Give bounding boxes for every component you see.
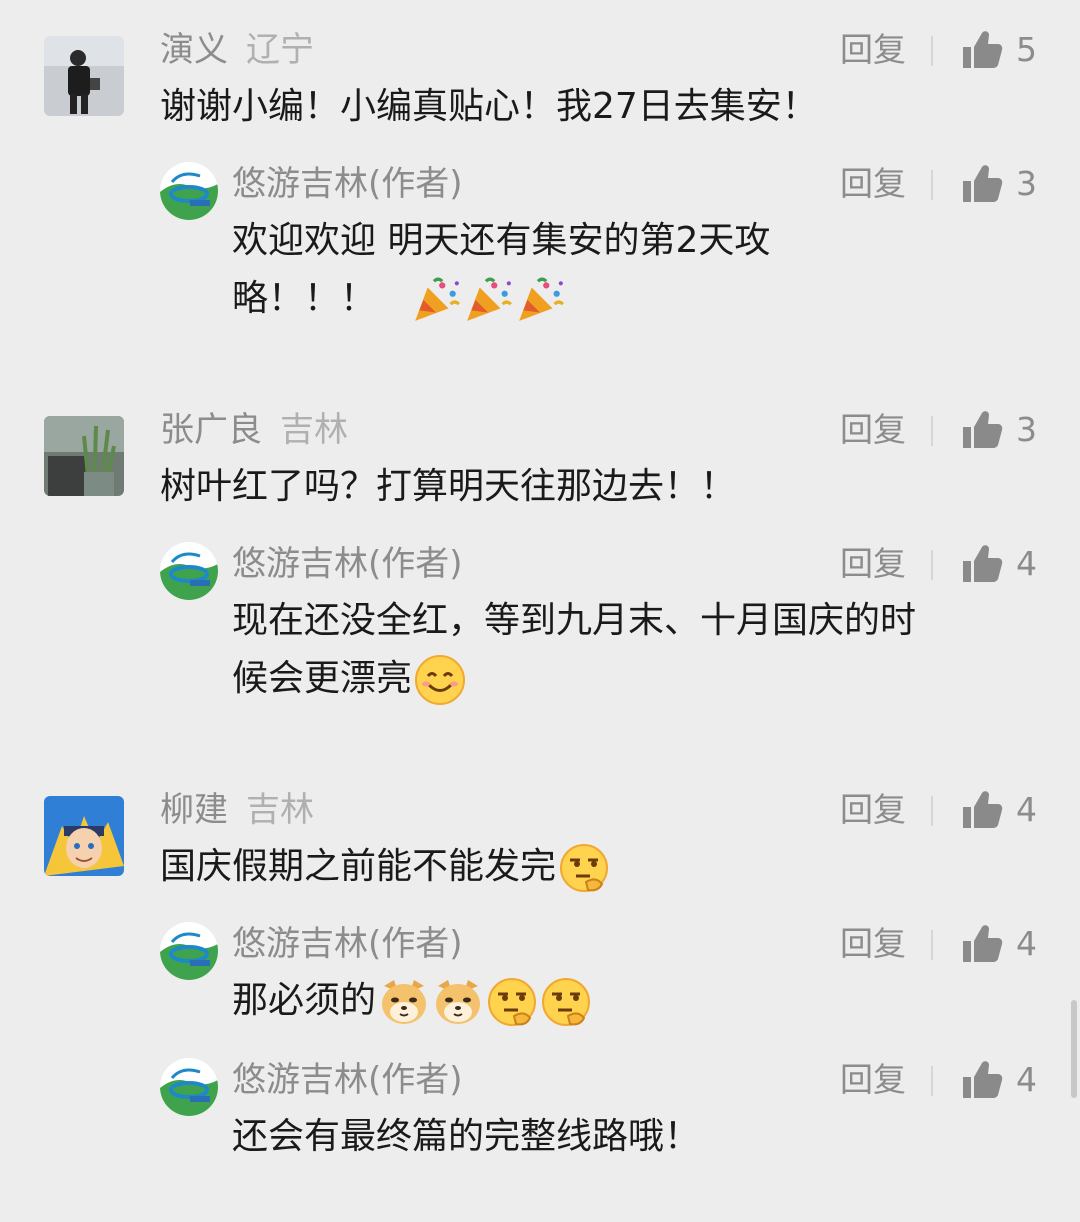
- divider: [931, 550, 933, 580]
- reply-button[interactable]: 回复: [840, 30, 906, 70]
- author-avatar[interactable]: [160, 922, 218, 980]
- divider: [931, 170, 933, 200]
- party-popper-icon: [411, 275, 461, 325]
- comment-text: 谢谢小编！小编真贴心！我27日去集安！: [160, 86, 818, 127]
- commenter-location: 辽宁: [246, 30, 314, 70]
- thinking-face-icon: [486, 976, 538, 1028]
- user-avatar[interactable]: [44, 796, 124, 876]
- reply-text: 欢迎欢迎 明天还有集安的第2天攻: [232, 220, 771, 261]
- user-avatar[interactable]: [44, 416, 124, 496]
- divider: [931, 416, 933, 446]
- reply-button[interactable]: 回复: [840, 790, 906, 830]
- divider: [931, 930, 933, 960]
- like-count: 3: [1016, 410, 1037, 449]
- reply-button[interactable]: 回复: [840, 1060, 906, 1100]
- reply-author-name: 悠游吉林(作者): [232, 544, 463, 584]
- reply-button[interactable]: 回复: [840, 410, 906, 450]
- user-avatar[interactable]: [44, 36, 124, 116]
- comment-text: 树叶红了吗？打算明天往那边去！！: [160, 466, 737, 507]
- party-popper-icon: [463, 275, 513, 325]
- reply-button[interactable]: 回复: [840, 164, 906, 204]
- thinking-face-icon: [540, 976, 592, 1028]
- divider: [931, 1066, 933, 1096]
- like-count: 4: [1016, 790, 1037, 829]
- reply-button[interactable]: 回复: [840, 924, 906, 964]
- doge-icon: [432, 976, 484, 1028]
- commenter-name: 柳建 吉林: [160, 790, 314, 830]
- divider: [931, 796, 933, 826]
- commenter-location: 吉林: [280, 410, 348, 450]
- commenter-name: 演义 辽宁: [160, 30, 314, 70]
- author-avatar[interactable]: [160, 162, 218, 220]
- reply-text: 还会有最终篇的完整线路哦！: [232, 1116, 701, 1157]
- reply-author-name: 悠游吉林(作者): [232, 164, 463, 204]
- comment-section: 演义 辽宁 回复 5 谢谢小编！小编真贴心！我27日去集安！ 悠游吉林(作者) 回…: [0, 0, 1080, 1222]
- divider: [931, 36, 933, 66]
- reply-text-line2: 略！！！: [232, 270, 565, 328]
- like-count: 4: [1016, 924, 1037, 963]
- reply-button[interactable]: 回复: [840, 544, 906, 584]
- comment-text: 国庆假期之前能不能发完: [160, 838, 610, 896]
- smile-icon: [414, 654, 466, 706]
- doge-icon: [378, 976, 430, 1028]
- like-count: 4: [1016, 544, 1037, 583]
- scrollbar[interactable]: [1071, 1000, 1077, 1098]
- reply-text: 现在还没全红，等到九月末、十月国庆的时: [232, 600, 917, 641]
- like-count: 4: [1016, 1060, 1037, 1099]
- reply-author-name: 悠游吉林(作者): [232, 924, 463, 964]
- reply-author-name: 悠游吉林(作者): [232, 1060, 463, 1100]
- commenter-location: 吉林: [246, 790, 314, 830]
- reply-text: 那必须的: [232, 972, 592, 1030]
- like-count: 3: [1016, 164, 1037, 203]
- commenter-name: 张广良 吉林: [160, 410, 348, 450]
- like-count: 5: [1016, 30, 1037, 69]
- thinking-face-icon: [558, 842, 610, 894]
- author-avatar[interactable]: [160, 542, 218, 600]
- reply-text-line2: 候会更漂亮: [232, 650, 466, 708]
- author-avatar[interactable]: [160, 1058, 218, 1116]
- party-popper-icon: [515, 275, 565, 325]
